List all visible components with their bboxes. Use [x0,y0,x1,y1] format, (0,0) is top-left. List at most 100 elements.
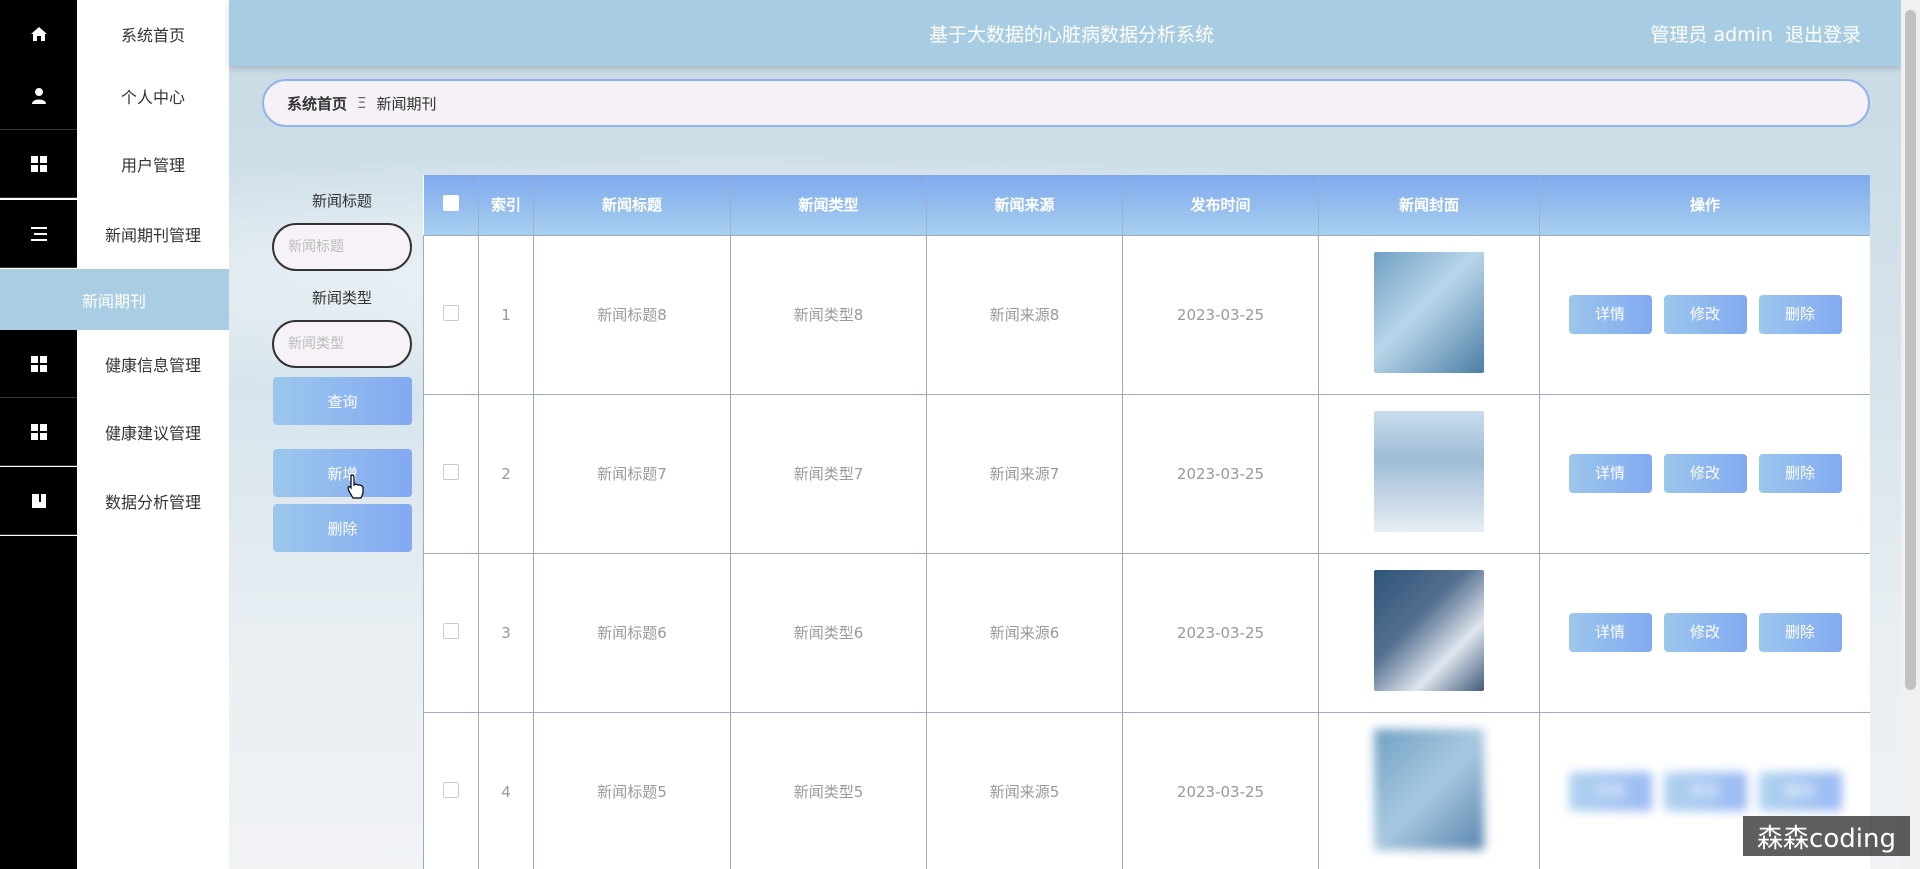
table-row: 1 新闻标题8 新闻类型8 新闻来源8 2023-03-25 详情 修改 删除 [423,234,1870,395]
type-cell: 新闻类型5 [730,711,927,869]
sidebar: 系统首页 个人中心 用户管理 新闻期刊管理 新闻期刊 健康信息管理 健康建议管理 [0,0,229,869]
source-cell: 新闻来源6 [926,552,1123,713]
sidebar-item-label: 健康信息管理 [104,356,201,375]
select-all-cell [423,175,479,235]
cover-cell [1318,711,1540,869]
sidebar-item-label: 数据分析管理 [104,493,201,512]
actions-cell: 详情 修改 删除 [1539,393,1870,554]
query-button[interactable]: 查询 [273,377,412,425]
row-checkbox[interactable] [443,622,459,639]
date-cell: 2023-03-25 [1122,711,1319,869]
actions-cell: 详情 修改 删除 [1539,552,1870,713]
sidebar-item-news-management[interactable]: 新闻期刊管理 [0,200,229,268]
grid-icon [0,398,77,466]
breadcrumb-home[interactable]: 系统首页 [287,93,347,114]
cover-cell [1318,393,1540,554]
row-select-cell [423,552,479,713]
column-header: 新闻来源 [926,175,1123,235]
column-header: 发布时间 [1122,175,1319,235]
news-table-container: 索引 新闻标题 新闻类型 新闻来源 发布时间 新闻封面 操作 1 新闻标题8 新… [423,175,1870,869]
add-button[interactable]: 新增 [273,449,412,497]
table-header-row: 索引 新闻标题 新闻类型 新闻来源 发布时间 新闻封面 操作 [423,175,1870,235]
watermark: 森森coding [1743,816,1910,856]
detail-button[interactable]: 详情 [1568,295,1652,334]
type-cell: 新闻类型7 [730,393,927,554]
index-cell: 3 [478,552,534,713]
sidebar-item-user-management[interactable]: 用户管理 [0,130,229,198]
date-cell: 2023-03-25 [1122,552,1319,713]
title-cell: 新闻标题6 [533,552,731,713]
table-row: 4 新闻标题5 新闻类型5 新闻来源5 2023-03-25 详情 修改 删除 [423,711,1870,869]
edit-button[interactable]: 修改 [1663,295,1747,334]
grid-icon [0,330,77,398]
news-table: 索引 新闻标题 新闻类型 新闻来源 发布时间 新闻封面 操作 1 新闻标题8 新… [423,175,1870,869]
row-checkbox[interactable] [443,304,459,321]
title-cell: 新闻标题8 [533,234,731,395]
detail-button[interactable]: 详情 [1568,613,1652,652]
cover-image[interactable] [1374,729,1484,850]
type-search-input[interactable] [272,320,412,368]
sidebar-item-label: 健康建议管理 [104,424,201,443]
hand-cursor-icon [347,474,364,499]
cover-image[interactable] [1374,570,1484,691]
sidebar-item-data-analysis[interactable]: 数据分析管理 [0,467,229,535]
home-icon [0,0,77,68]
sidebar-item-home[interactable]: 系统首页 [0,0,229,68]
breadcrumb-current: 新闻期刊 [376,94,437,113]
edit-button[interactable]: 修改 [1663,454,1747,493]
sidebar-item-label: 新闻期刊管理 [104,226,201,245]
admin-label: 管理员 admin [1650,24,1773,46]
logout-link[interactable]: 退出登录 [1785,20,1861,47]
sidebar-item-health-advice[interactable]: 健康建议管理 [0,398,229,466]
row-select-cell [423,234,479,395]
title-search-label: 新闻标题 [311,192,372,210]
column-header: 操作 [1539,175,1870,235]
sidebar-item-label: 用户管理 [120,156,185,175]
user-info: 管理员 admin 退出登录 [1650,20,1861,47]
column-header: 新闻标题 [533,175,731,235]
index-cell: 4 [478,711,534,869]
source-cell: 新闻来源5 [926,711,1123,869]
delete-button[interactable]: 删除 [1758,295,1842,334]
column-header: 索引 [478,175,534,235]
sidebar-item-health-info[interactable]: 健康信息管理 [0,330,229,398]
cover-cell [1318,552,1540,713]
row-checkbox[interactable] [443,463,459,480]
title-search-input[interactable] [272,223,412,271]
source-cell: 新闻来源7 [926,393,1123,554]
type-search-label: 新闻类型 [311,289,372,307]
batch-delete-button[interactable]: 删除 [273,504,412,552]
table-row: 2 新闻标题7 新闻类型7 新闻来源7 2023-03-25 详情 修改 删除 [423,393,1870,554]
sidebar-subitem-news[interactable]: 新闻期刊 [0,269,229,330]
grid-icon [0,130,77,198]
edit-button[interactable]: 修改 [1663,613,1747,652]
cover-image[interactable] [1374,411,1484,532]
column-header: 新闻类型 [730,175,927,235]
delete-button[interactable]: 删除 [1758,454,1842,493]
source-cell: 新闻来源8 [926,234,1123,395]
page-scrollbar[interactable] [1901,0,1920,869]
table-row: 3 新闻标题6 新闻类型6 新闻来源6 2023-03-25 详情 修改 删除 [423,552,1870,713]
breadcrumb: 系统首页 Ξ 新闻期刊 [262,79,1870,127]
date-cell: 2023-03-25 [1122,393,1319,554]
sidebar-item-personal-center[interactable]: 个人中心 [0,62,229,130]
row-select-cell [423,711,479,869]
book-icon [0,467,77,535]
delete-button[interactable]: 删除 [1758,772,1842,811]
detail-button[interactable]: 详情 [1568,454,1652,493]
select-all-checkbox[interactable] [442,194,459,211]
sidebar-item-label: 系统首页 [120,26,185,45]
edit-button[interactable]: 修改 [1663,772,1747,811]
scrollbar-thumb[interactable] [1905,10,1916,690]
cover-image[interactable] [1374,252,1484,373]
title-cell: 新闻标题7 [533,393,731,554]
actions-cell: 详情 修改 删除 [1539,234,1870,395]
list-icon [0,200,77,268]
detail-button[interactable]: 详情 [1568,772,1652,811]
sidebar-icon-column [0,536,77,869]
row-checkbox[interactable] [443,781,459,798]
type-cell: 新闻类型8 [730,234,927,395]
delete-button[interactable]: 删除 [1758,613,1842,652]
date-cell: 2023-03-25 [1122,234,1319,395]
top-header: 基于大数据的心脏病数据分析系统 管理员 admin 退出登录 [229,0,1901,66]
